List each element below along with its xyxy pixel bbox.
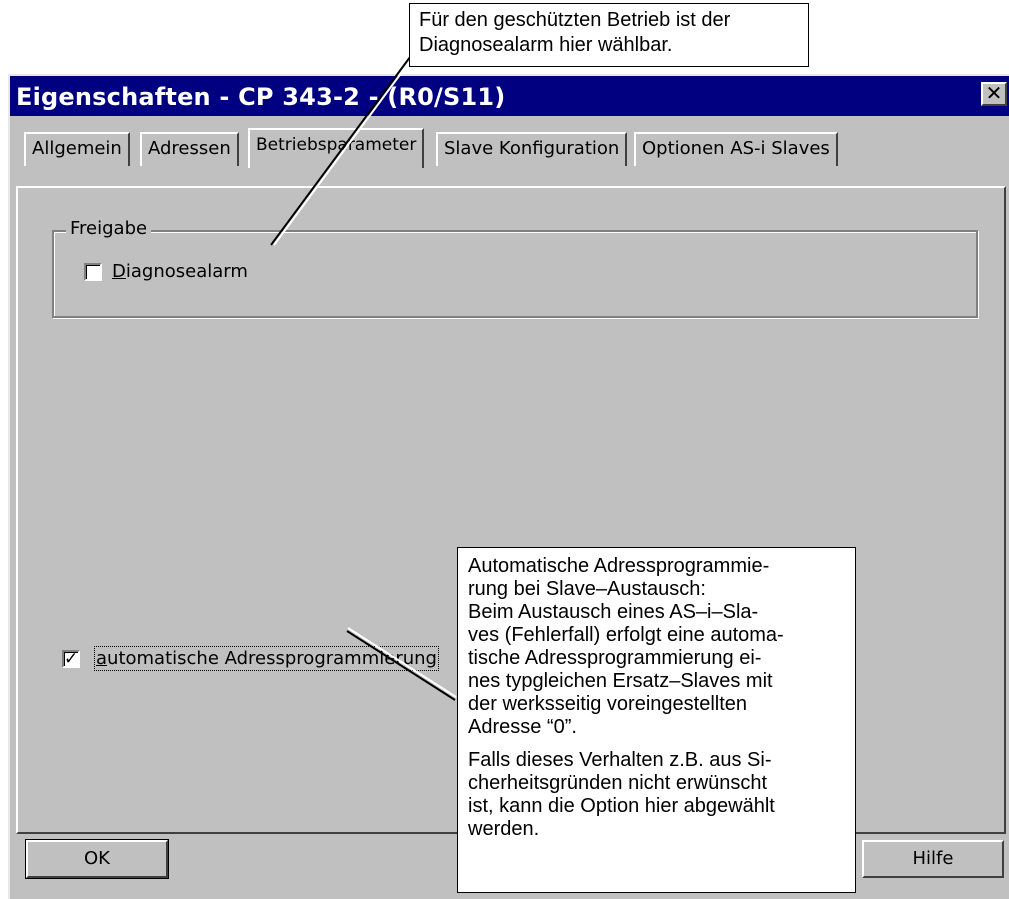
auto-addr-label[interactable]: automatische Adressprogrammierung [94, 646, 439, 671]
label-text: utomatische Adressprogrammierung [107, 648, 437, 669]
close-icon: ✕ [985, 81, 1003, 105]
callout-line: Automatische Adressprogrammie- [468, 555, 770, 577]
tab-optionen-as-i-slaves[interactable]: Optionen AS-i Slaves [634, 132, 838, 166]
group-label: Freigabe [66, 218, 152, 239]
ok-button[interactable]: OK [26, 840, 168, 878]
help-button[interactable]: Hilfe [862, 840, 1004, 878]
tab-label: Slave Konfiguration [444, 138, 620, 159]
diagnosealarm-label[interactable]: Diagnosealarm [112, 261, 248, 282]
callout-diagnosealarm: Für den geschützten Betrieb ist der Diag… [409, 3, 809, 67]
close-button[interactable]: ✕ [981, 82, 1007, 106]
title-bar[interactable]: Eigenschaften - CP 343-2 - (R0/S11) ✕ [10, 76, 1009, 116]
callout-line: Adresse “0”. [468, 716, 577, 738]
label-text: iagnosealarm [125, 261, 248, 282]
tab-slave-konfiguration[interactable]: Slave Konfiguration [436, 132, 628, 166]
callout-line: nes typgleichen Ersatz–Slaves mit [468, 670, 773, 692]
callout-line: tische Adressprogrammierung ei- [468, 647, 762, 669]
tab-betriebsparameter[interactable]: Betriebsparameter [248, 128, 425, 168]
callout-line: Falls dieses Verhalten z.B. aus Si- [468, 749, 772, 771]
freigabe-groupbox: Freigabe Diagnosealarm [52, 218, 978, 318]
callout-line: werden. [468, 818, 540, 840]
tab-label: Adressen [148, 138, 231, 159]
mnemonic-letter: D [112, 261, 126, 282]
callout-line: Für den geschützten Betrieb ist der [419, 9, 731, 31]
tab-label: Allgemein [32, 138, 122, 159]
mnemonic-letter: a [96, 648, 108, 669]
callout-line: ist, kann die Option hier abgewählt [468, 795, 775, 817]
tab-adressen[interactable]: Adressen [140, 132, 239, 166]
diagnosealarm-checkbox[interactable] [84, 263, 102, 281]
tab-label: Optionen AS-i Slaves [642, 138, 830, 159]
callout-line: Diagnosealarm hier wählbar. [419, 34, 673, 56]
callout-line: der werksseitig voreingestellten [468, 693, 748, 715]
callout-line: cherheitsgründen nicht erwünscht [468, 772, 768, 794]
callout-line: ves (Fehlerfall) erfolgt eine automa- [468, 624, 784, 646]
callout-line: Beim Austausch eines AS–i–Sla- [468, 601, 759, 623]
window-title: Eigenschaften - CP 343-2 - (R0/S11) [16, 83, 506, 111]
tab-label: Betriebsparameter [256, 135, 417, 155]
tab-allgemein[interactable]: Allgemein [24, 132, 130, 166]
callout-auto-addr: Automatische Adressprogrammie- rung bei … [457, 547, 856, 893]
auto-addr-checkbox[interactable]: ✓ [62, 650, 80, 668]
callout-line: rung bei Slave–Austausch: [468, 578, 706, 600]
checkmark-icon: ✓ [64, 649, 79, 669]
